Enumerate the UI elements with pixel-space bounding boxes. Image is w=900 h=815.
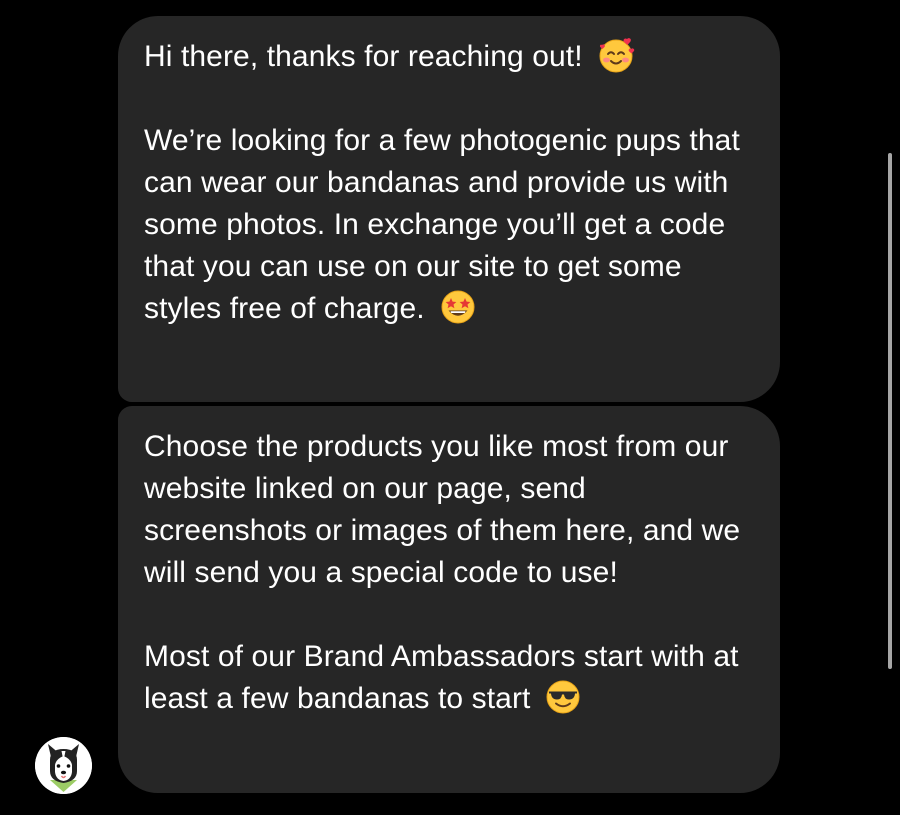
message-bubble[interactable]: Choose the products you like most from o… [118, 406, 780, 793]
message-text: Most of our Brand Ambassadors start with… [144, 640, 739, 716]
star-struck-icon [439, 288, 477, 326]
message-text: We’re looking for a few photogenic pups … [144, 124, 740, 326]
sunglasses-face-icon [544, 678, 582, 716]
message-bubble[interactable]: Hi there, thanks for reaching out! We’re… [118, 16, 780, 402]
scrollbar[interactable] [888, 153, 892, 669]
husky-dog-avatar-icon [35, 737, 92, 794]
sender-avatar[interactable] [35, 737, 92, 794]
smiling-face-with-hearts-icon [597, 36, 635, 74]
message-text: Hi there, thanks for reaching out! [144, 36, 746, 78]
message-text: Choose the products you like most from o… [144, 430, 741, 589]
message-thread[interactable]: Hi there, thanks for reaching out! We’re… [0, 0, 900, 815]
